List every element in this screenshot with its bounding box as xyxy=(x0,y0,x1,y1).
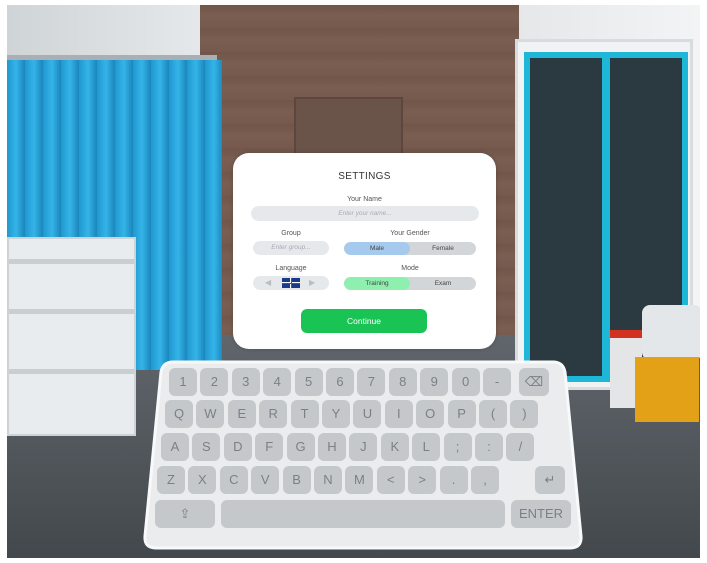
key-row1-6[interactable]: 7 xyxy=(357,368,386,396)
settings-title: SETTINGS xyxy=(338,171,391,182)
key-row3-5[interactable]: H xyxy=(318,433,346,461)
cabinet-door-left xyxy=(524,52,608,382)
key-row3-6[interactable]: J xyxy=(349,433,378,461)
name-input[interactable]: Enter your name... xyxy=(251,206,479,221)
key-row2-3[interactable]: R xyxy=(259,400,288,428)
group-label: Group xyxy=(281,230,301,237)
mode-training-option[interactable]: Training xyxy=(344,277,410,290)
key-row3-10[interactable]: : xyxy=(475,433,503,461)
uk-flag-icon xyxy=(282,278,300,288)
key-row4-1[interactable]: X xyxy=(188,466,217,494)
key-row2-9[interactable]: P xyxy=(447,400,476,428)
gender-label: Your Gender xyxy=(390,230,430,237)
group-input[interactable]: Enter group... xyxy=(253,241,329,255)
key-row3-3[interactable]: F xyxy=(255,433,284,461)
mode-label: Mode xyxy=(401,265,419,272)
key-row1-7[interactable]: 8 xyxy=(388,368,417,396)
key-row2-4[interactable]: T xyxy=(290,400,319,428)
backspace-icon[interactable]: ⌫ xyxy=(519,368,549,396)
key-row4-7[interactable]: < xyxy=(376,466,405,494)
mode-exam-option[interactable]: Exam xyxy=(410,277,476,290)
key-row3-7[interactable]: K xyxy=(380,433,409,461)
key-row4-3[interactable]: V xyxy=(251,466,280,494)
sink xyxy=(642,305,700,360)
key-row2-1[interactable]: W xyxy=(196,400,225,428)
mode-toggle: Training Exam xyxy=(344,277,476,290)
language-prev-icon[interactable]: ◀ xyxy=(265,278,271,287)
key-row2-6[interactable]: U xyxy=(353,400,382,428)
continue-button[interactable]: Continue xyxy=(301,309,427,333)
name-label: Your Name xyxy=(347,196,382,203)
gender-male-option[interactable]: Male xyxy=(344,242,410,255)
key-row1-2[interactable]: 3 xyxy=(231,368,260,396)
space-bar[interactable] xyxy=(221,500,505,528)
key-row4-9[interactable]: . xyxy=(439,466,468,494)
key-row1-3[interactable]: 4 xyxy=(263,368,292,396)
language-label: Language xyxy=(275,265,307,272)
key-row4-0[interactable]: Z xyxy=(157,466,185,494)
shelf-bar xyxy=(9,369,134,374)
key-row2-5[interactable]: Y xyxy=(322,400,350,428)
key-row2-11[interactable]: ) xyxy=(510,400,539,428)
key-row3-1[interactable]: S xyxy=(192,433,221,461)
key-row1-8[interactable]: 9 xyxy=(420,368,449,396)
shelf-bar xyxy=(9,259,134,264)
key-row3-0[interactable]: A xyxy=(161,433,189,461)
share-icon[interactable]: ⇪ xyxy=(155,500,215,528)
virtual-keyboard: 1 2 3 4 5 6 7 8 9 0- Q W E R T Y U I O P() A S D F G H J K L;: / Z X C V B… xyxy=(143,360,583,550)
key-row1-5[interactable]: 6 xyxy=(326,368,354,396)
key-row2-8[interactable]: O xyxy=(416,400,445,428)
key-row1-9[interactable]: 0 xyxy=(451,368,480,396)
key-row4-2[interactable]: C xyxy=(219,466,248,494)
key-row2-10[interactable]: ( xyxy=(479,400,507,428)
key-row3-11[interactable]: / xyxy=(506,433,535,461)
key-row4-10[interactable]: , xyxy=(471,466,499,494)
key-row1-10[interactable]: - xyxy=(483,368,511,396)
key-row4-4[interactable]: B xyxy=(282,466,311,494)
language-next-icon[interactable]: ▶ xyxy=(309,278,315,287)
enter-button[interactable]: ENTER xyxy=(511,500,571,528)
yellow-waste-bin xyxy=(635,357,699,422)
key-row2-2[interactable]: E xyxy=(227,400,256,428)
gender-toggle: Male Female xyxy=(344,242,476,255)
key-row1-1[interactable]: 2 xyxy=(200,368,229,396)
enter-arrow-icon[interactable]: ↵ xyxy=(535,466,565,494)
key-row3-2[interactable]: D xyxy=(223,433,252,461)
key-row4-8[interactable]: > xyxy=(408,466,437,494)
key-row1-4[interactable]: 5 xyxy=(294,368,323,396)
key-row4-6[interactable]: M xyxy=(345,466,374,494)
key-row2-0[interactable]: Q xyxy=(165,400,193,428)
gender-female-option[interactable]: Female xyxy=(410,242,476,255)
key-row2-7[interactable]: I xyxy=(384,400,413,428)
key-row3-4[interactable]: G xyxy=(286,433,315,461)
key-row4-5[interactable]: N xyxy=(314,466,342,494)
language-selector[interactable]: ◀ ▶ xyxy=(253,276,329,290)
shelf-bar xyxy=(9,309,134,314)
key-row1-0[interactable]: 1 xyxy=(169,368,197,396)
settings-panel: SETTINGS Your Name Enter your name... Gr… xyxy=(233,153,496,349)
key-row3-8[interactable]: L xyxy=(412,433,441,461)
shelf-unit xyxy=(7,237,136,436)
key-row3-9[interactable]: ; xyxy=(443,433,472,461)
